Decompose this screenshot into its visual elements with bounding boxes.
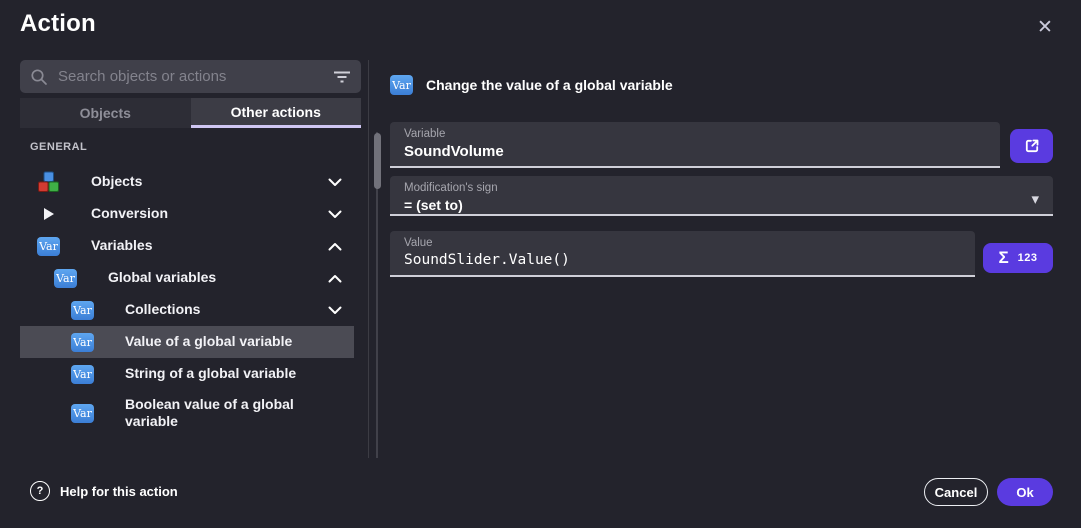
action-title: Change the value of a global variable bbox=[426, 77, 673, 93]
caret-down-icon: ▾ bbox=[1031, 192, 1039, 207]
tree-item-label: Conversion bbox=[91, 205, 168, 223]
tab-objects[interactable]: Objects bbox=[20, 98, 191, 128]
objects-icon bbox=[37, 171, 60, 193]
tree-item-label: Global variables bbox=[108, 269, 216, 287]
tree-item-string-of-a-global-variable[interactable]: Var String of a global variable bbox=[20, 358, 354, 390]
tree-item-global-variables[interactable]: Var Global variables bbox=[20, 262, 354, 294]
variable-icon: Var bbox=[71, 333, 94, 352]
value-expression-field[interactable]: Value SoundSlider.Value() bbox=[390, 231, 975, 277]
tree-item-variables[interactable]: Var Variables bbox=[20, 230, 354, 262]
filter-icon[interactable] bbox=[333, 70, 351, 84]
tree-item-label: Boolean value of a global variable bbox=[125, 396, 320, 431]
chevron-up-icon[interactable] bbox=[328, 242, 342, 251]
tree-item-objects[interactable]: Objects bbox=[20, 166, 354, 198]
search-input[interactable] bbox=[56, 67, 325, 86]
cancel-button[interactable]: Cancel bbox=[924, 478, 988, 506]
field-value: SoundSlider.Value() bbox=[404, 252, 961, 268]
left-panel: Objects Other actions GENERAL Objects Co… bbox=[20, 60, 361, 436]
tree-item-label: Variables bbox=[91, 237, 153, 255]
tab-other-actions[interactable]: Other actions bbox=[191, 98, 362, 128]
close-icon: ✕ bbox=[1037, 17, 1053, 38]
search-bar[interactable] bbox=[20, 60, 361, 93]
ok-button[interactable]: Ok bbox=[997, 478, 1053, 506]
help-label: Help for this action bbox=[60, 484, 178, 499]
field-label: Modification's sign bbox=[404, 182, 1039, 194]
variable-field[interactable]: Variable SoundVolume bbox=[390, 122, 1000, 168]
sigma-icon: Σ bbox=[998, 248, 1008, 268]
tree-item-label: String of a global variable bbox=[125, 365, 296, 383]
conversion-icon bbox=[37, 203, 60, 225]
chevron-up-icon[interactable] bbox=[328, 274, 342, 283]
variable-icon: Var bbox=[71, 301, 94, 320]
tree-item-value-of-a-global-variable[interactable]: Var Value of a global variable bbox=[20, 326, 354, 358]
help-link[interactable]: ? Help for this action bbox=[30, 481, 178, 501]
chevron-down-icon[interactable] bbox=[328, 306, 342, 315]
field-label: Value bbox=[404, 237, 961, 249]
page-title: Action bbox=[20, 10, 96, 38]
close-button[interactable]: ✕ bbox=[1031, 14, 1059, 42]
scrollbar-thumb[interactable] bbox=[374, 133, 381, 189]
modification-sign-select[interactable]: Modification's sign = (set to) ▾ bbox=[390, 176, 1053, 216]
tree-section-label: GENERAL bbox=[20, 141, 354, 153]
open-variables-button[interactable] bbox=[1010, 129, 1053, 163]
help-glyph: ? bbox=[37, 485, 44, 497]
tree-item-label: Value of a global variable bbox=[125, 333, 292, 351]
tree-item-boolean-value-of-a-global-variable[interactable]: Var Boolean value of a global variable bbox=[20, 390, 354, 436]
expression-builder-button[interactable]: Σ 123 bbox=[983, 243, 1053, 273]
field-label: Variable bbox=[404, 128, 986, 140]
variable-icon: Var bbox=[37, 237, 60, 256]
panel-divider bbox=[368, 60, 369, 458]
field-value: = (set to) bbox=[404, 197, 1039, 213]
tree-item-label: Collections bbox=[125, 301, 200, 319]
tabs: Objects Other actions bbox=[20, 98, 361, 128]
detail-panel: Var Change the value of a global variabl… bbox=[390, 60, 1053, 420]
tree-item-conversion[interactable]: Conversion bbox=[20, 198, 354, 230]
variable-icon: Var bbox=[71, 404, 94, 423]
search-icon bbox=[30, 68, 48, 86]
chevron-down-icon[interactable] bbox=[328, 210, 342, 219]
action-header: Var Change the value of a global variabl… bbox=[390, 75, 673, 95]
variable-icon: Var bbox=[71, 365, 94, 384]
external-link-icon bbox=[1022, 136, 1042, 156]
variable-icon: Var bbox=[54, 269, 77, 288]
dialog-actions: Cancel Ok bbox=[924, 478, 1053, 506]
chevron-down-icon[interactable] bbox=[328, 178, 342, 187]
tree-item-label: Objects bbox=[91, 173, 142, 191]
variable-icon: Var bbox=[390, 75, 413, 95]
numeric-badge: 123 bbox=[1018, 252, 1038, 264]
actions-tree: GENERAL Objects Conversion bbox=[20, 128, 354, 436]
scrollbar[interactable] bbox=[376, 132, 378, 458]
tree-item-collections[interactable]: Var Collections bbox=[20, 294, 354, 326]
field-value: SoundVolume bbox=[404, 143, 986, 160]
help-icon: ? bbox=[30, 481, 50, 501]
